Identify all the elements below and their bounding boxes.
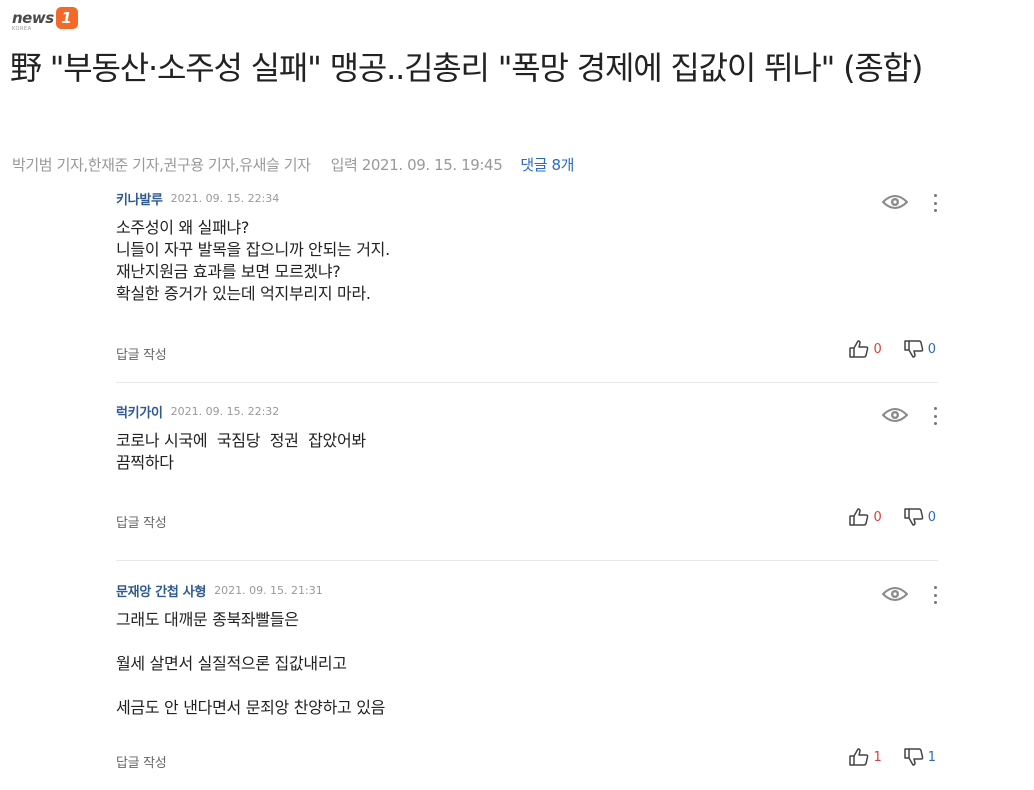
thumbs-up-icon [849,748,869,766]
comment-votes: 0 0 [827,508,936,526]
comment-time: 2021. 09. 15. 22:32 [170,404,280,418]
thumbs-up-icon [849,340,869,358]
dislike-button[interactable]: 0 [903,508,936,526]
eye-icon[interactable] [881,586,909,606]
comment-list: 키나발루 2021. 09. 15. 22:34 소주성이 왜 실패냐? 니들이… [116,188,938,790]
comment-votes: 0 0 [827,340,936,358]
like-button[interactable]: 1 [849,748,882,766]
eye-icon[interactable] [881,194,909,214]
comment-time: 2021. 09. 15. 22:34 [170,191,280,205]
reply-button[interactable]: 답글 작성 [116,512,167,531]
like-count: 1 [873,749,882,765]
comment-body: 그래도 대깨문 종북좌빨들은 월세 살면서 실질적으론 집값내리고 세금도 안 … [116,610,386,717]
like-count: 0 [873,509,882,525]
more-vertical-icon[interactable] [932,194,938,212]
dislike-count: 1 [927,749,936,765]
thumbs-up-icon [849,508,869,526]
comment-footer: 답글 작성 1 1 [116,748,938,771]
comment-author[interactable]: 럭키가이 [116,402,163,421]
article-title: 野 "부동산·소주성 실패" 맹공..김총리 "폭망 경제에 집값이 뛰나" (… [10,49,923,87]
logo-badge: 1 [55,7,78,29]
comment-author[interactable]: 키나발루 [116,189,163,208]
article-authors: 박기범 기자,한재준 기자,권구용 기자,유새슬 기자 [12,156,311,174]
reply-button[interactable]: 답글 작성 [116,344,167,363]
comment-author[interactable]: 문재앙 간첩 사형 [116,581,206,600]
logo-subtext: KOREA [12,26,32,32]
article-byline: 박기범 기자,한재준 기자,권구용 기자,유새슬 기자 입력 2021. 09.… [12,154,574,175]
like-count: 0 [873,341,882,357]
comment-item: 럭키가이 2021. 09. 15. 22:32 코로나 시국에 국짐당 정권 … [116,401,938,561]
dislike-count: 0 [927,341,936,357]
more-vertical-icon[interactable] [932,407,938,425]
comment-body: 코로나 시국에 국짐당 정권 잡았어봐 끔찍하다 [116,431,366,472]
comment-count-link[interactable]: 댓글 8개 [520,154,574,175]
article-date: 입력 2021. 09. 15. 19:45 [330,156,503,174]
more-vertical-icon[interactable] [932,586,938,604]
thumbs-down-icon [903,748,924,766]
comment-header: 문재앙 간첩 사형 2021. 09. 15. 21:31 [116,580,938,600]
comment-footer: 답글 작성 0 0 [116,340,938,363]
thumbs-down-icon [903,340,924,358]
like-button[interactable]: 0 [849,508,882,526]
dislike-count: 0 [927,509,936,525]
thumbs-down-icon [903,508,924,526]
comment-footer: 답글 작성 0 0 [116,508,938,531]
logo-wordmark: news [12,9,54,27]
comment-header: 럭키가이 2021. 09. 15. 22:32 [116,401,938,421]
comment-time: 2021. 09. 15. 21:31 [214,583,323,597]
comment-header: 키나발루 2021. 09. 15. 22:34 [116,188,938,208]
dislike-button[interactable]: 1 [903,748,936,766]
comment-item: 키나발루 2021. 09. 15. 22:34 소주성이 왜 실패냐? 니들이… [116,188,938,383]
reply-button[interactable]: 답글 작성 [116,752,167,771]
like-button[interactable]: 0 [849,340,882,358]
comment-votes: 1 1 [827,748,936,766]
eye-icon[interactable] [881,407,909,427]
comment-body: 소주성이 왜 실패냐? 니들이 자꾸 발목을 잡으니까 안되는 거지. 재난지원… [116,218,390,303]
comment-item: 문재앙 간첩 사형 2021. 09. 15. 21:31 그래도 대깨문 종북… [116,580,938,790]
dislike-button[interactable]: 0 [903,340,936,358]
